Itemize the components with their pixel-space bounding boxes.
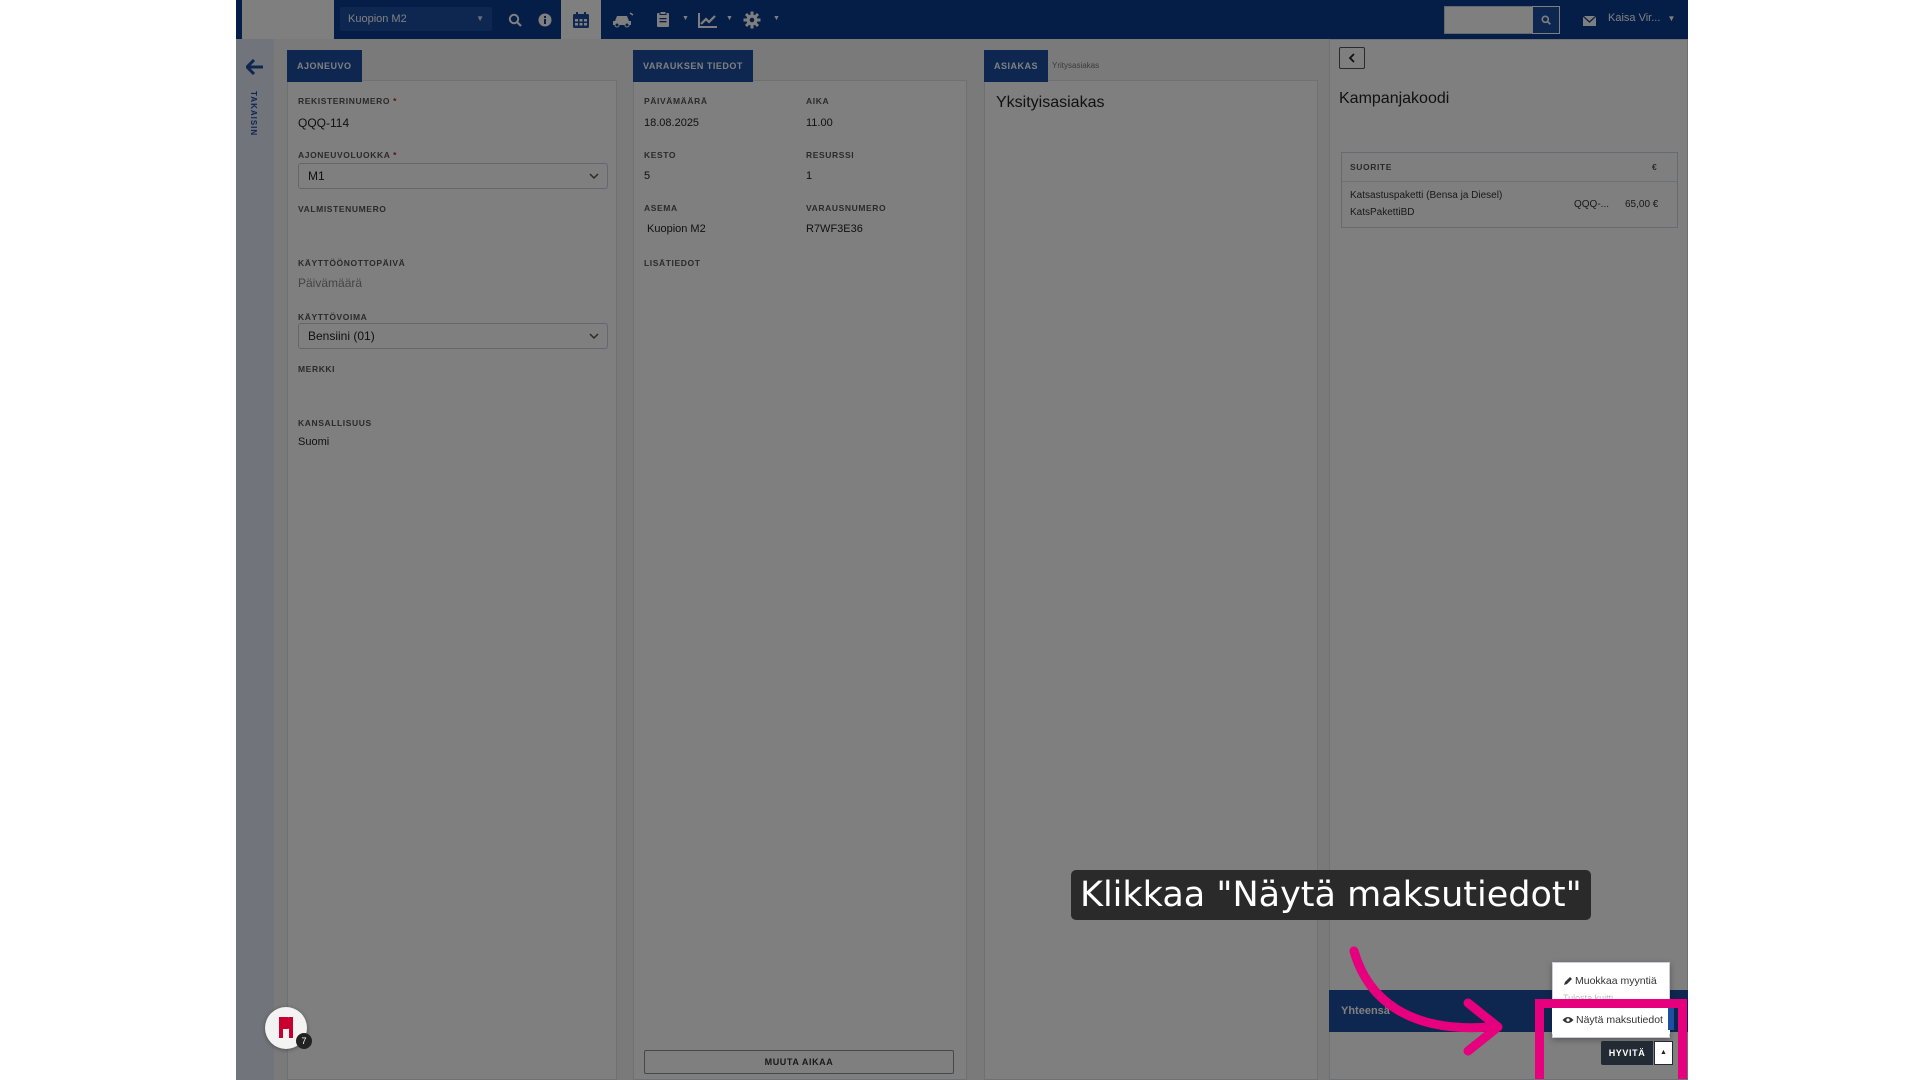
change-time-button[interactable]: MUUTA AIKAA bbox=[644, 1050, 954, 1074]
chevron-down-icon: ▼ bbox=[682, 15, 689, 22]
resource-label: RESURSSI bbox=[806, 150, 855, 160]
back-rail[interactable]: TAKAISIN bbox=[236, 39, 274, 1080]
chevron-down-icon bbox=[589, 324, 599, 356]
settings-nav-button[interactable] bbox=[735, 0, 769, 39]
user-name: Kaisa Vir... bbox=[1608, 12, 1661, 24]
service-name: Katsastuspaketti (Bensa ja Diesel) bbox=[1350, 190, 1503, 201]
car-icon bbox=[613, 11, 634, 27]
booking-time-label: AIKA bbox=[806, 96, 830, 106]
info-button[interactable] bbox=[528, 0, 562, 39]
tutorial-callout: Klikkaa "Näytä maksutiedot" bbox=[1071, 870, 1591, 920]
gear-icon bbox=[743, 11, 761, 28]
global-search-button[interactable] bbox=[1532, 6, 1560, 34]
service-price: 65,00 € bbox=[1625, 199, 1659, 210]
top-navigation-bar: Kuopion M2 ▼ ▼ ▼ ▼ Kaisa Vir... ▼ bbox=[236, 0, 1688, 39]
customer-type-title: Yksityisasiakas bbox=[996, 94, 1105, 111]
logo[interactable] bbox=[242, 0, 334, 39]
vehicle-class-value: M1 bbox=[308, 169, 325, 183]
fuel-value: Bensiini (01) bbox=[308, 329, 375, 343]
chevron-down-icon: ▼ bbox=[476, 14, 484, 23]
brand-label: MERKKI bbox=[298, 364, 336, 374]
vehicle-panel bbox=[287, 80, 617, 1080]
chevron-down-icon bbox=[589, 164, 599, 196]
column-header-price: € bbox=[1652, 162, 1658, 172]
user-menu[interactable]: Kaisa Vir... ▼ bbox=[1608, 12, 1675, 24]
booking-number-label: VARAUSNUMERO bbox=[806, 203, 887, 213]
vehicle-class-select[interactable]: M1 bbox=[298, 163, 608, 189]
campaign-code-title[interactable]: Kampanjakoodi bbox=[1339, 90, 1449, 108]
tab-booking-details[interactable]: VARAUKSEN TIEDOT bbox=[633, 50, 753, 82]
site-select-value: Kuopion M2 bbox=[348, 13, 407, 25]
tab-business-customer[interactable]: Yritysasiakas bbox=[1052, 50, 1099, 82]
highlight-frame bbox=[1535, 999, 1687, 1079]
booking-number-value: R7WF3E36 bbox=[806, 223, 863, 235]
chevron-down-icon: ▼ bbox=[726, 15, 733, 22]
pointer-arrow bbox=[1349, 946, 1503, 1056]
extra-info-label: LISÄTIEDOT bbox=[644, 258, 701, 268]
station-value: Kuopion M2 bbox=[647, 223, 706, 235]
info-icon bbox=[538, 13, 552, 26]
customer-panel bbox=[984, 80, 1318, 1080]
service-code: KatsPakettiBD bbox=[1350, 207, 1415, 218]
back-label: TAKAISIN bbox=[249, 91, 258, 137]
tab-vehicle[interactable]: AJONEUVO bbox=[287, 50, 362, 82]
column-header-service: SUORITE bbox=[1350, 162, 1392, 172]
chevron-down-icon: ▼ bbox=[1667, 14, 1676, 23]
reports-nav-button[interactable] bbox=[646, 0, 680, 39]
table-divider bbox=[1342, 181, 1677, 182]
services-table: SUORITE € Katsastuspaketti (Bensa ja Die… bbox=[1341, 152, 1678, 228]
registration-date-label: KÄYTTÖÖNOTTOPÄIVÄ bbox=[298, 258, 406, 268]
duration-value: 5 bbox=[644, 170, 651, 182]
service-reg-number: QQQ-... bbox=[1574, 199, 1609, 210]
back-button[interactable] bbox=[244, 58, 264, 80]
booking-date-label: PÄIVÄMÄÄRÄ bbox=[644, 96, 708, 106]
site-select[interactable]: Kuopion M2 ▼ bbox=[340, 7, 492, 31]
tab-private-customer[interactable]: ASIAKAS bbox=[984, 50, 1049, 82]
manufacturer-number-label: VALMISTENUMERO bbox=[298, 204, 387, 214]
nationality-value[interactable]: Suomi bbox=[298, 436, 329, 448]
mail-icon bbox=[1582, 15, 1597, 26]
clipboard-icon bbox=[657, 11, 669, 27]
collapse-panel-button[interactable] bbox=[1339, 47, 1365, 69]
chevron-down-icon: ▼ bbox=[773, 15, 780, 22]
nationality-label: KANSALLISUUS bbox=[298, 418, 372, 428]
statistics-nav-button[interactable] bbox=[691, 0, 725, 39]
search-icon bbox=[508, 13, 522, 27]
global-search-input[interactable] bbox=[1444, 6, 1536, 34]
edit-sale-label: Muokkaa myyntiä bbox=[1575, 975, 1657, 987]
edit-sale-menu-item[interactable]: Muokkaa myyntiä bbox=[1563, 975, 1657, 987]
station-label: ASEMA bbox=[644, 203, 678, 213]
vehicles-nav-button[interactable] bbox=[604, 0, 642, 39]
chat-notification-badge: 7 bbox=[296, 1033, 312, 1049]
fuel-select[interactable]: Bensiini (01) bbox=[298, 323, 608, 349]
reg-number-label: REKISTERINUMERO * bbox=[298, 96, 398, 106]
booking-date-value: 18.08.2025 bbox=[644, 117, 700, 129]
messages-button[interactable] bbox=[1582, 13, 1597, 31]
calendar-nav-button[interactable] bbox=[561, 0, 601, 39]
search-icon bbox=[1541, 15, 1551, 25]
calendar-icon bbox=[573, 11, 589, 28]
pencil-icon bbox=[1564, 977, 1572, 985]
duration-label: KESTO bbox=[644, 150, 677, 160]
registration-date-input[interactable]: Päivämäärä bbox=[298, 276, 362, 290]
search-nav-button[interactable] bbox=[498, 0, 532, 39]
chevron-left-icon bbox=[1348, 53, 1355, 63]
fuel-label: KÄYTTÖVOIMA bbox=[298, 312, 368, 322]
arrow-left-icon bbox=[244, 58, 263, 76]
booking-time-value: 11.00 bbox=[806, 117, 833, 129]
resource-value: 1 bbox=[806, 170, 813, 182]
chart-icon bbox=[698, 12, 717, 28]
reg-number-value[interactable]: QQQ-114 bbox=[298, 116, 349, 130]
vehicle-class-label: AJONEUVOLUOKKA * bbox=[298, 150, 398, 160]
